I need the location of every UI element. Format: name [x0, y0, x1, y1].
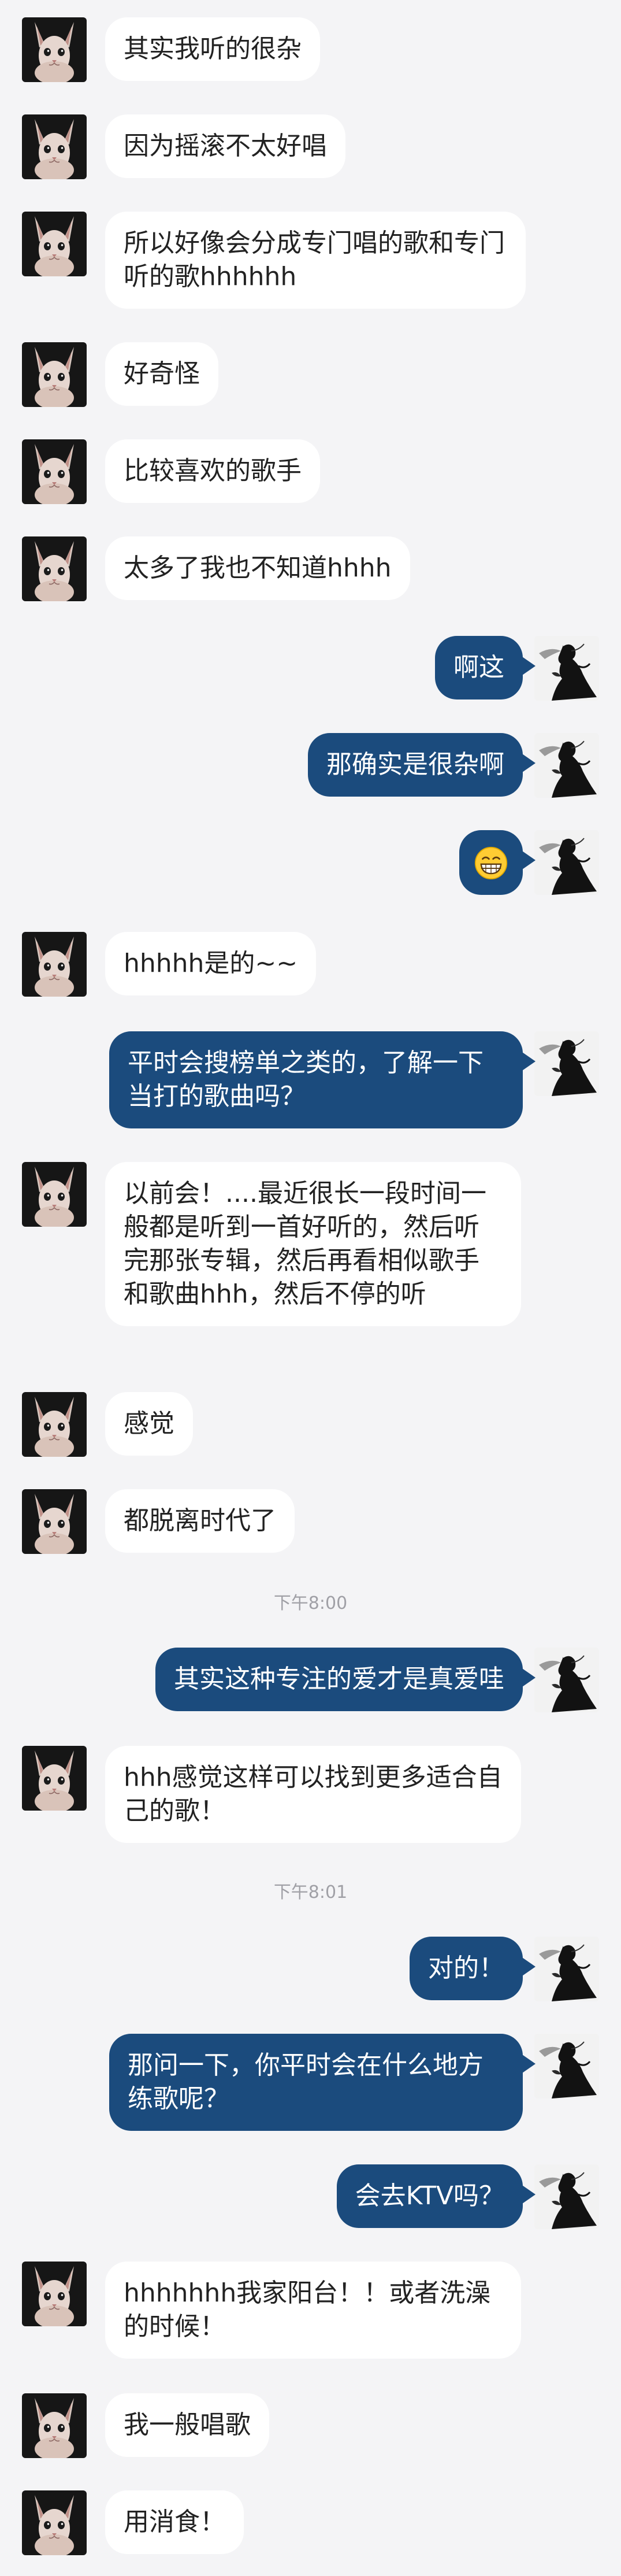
ink-silhouette-avatar-icon	[534, 1031, 599, 1096]
message-bubble[interactable]	[459, 830, 536, 895]
sphynx-cat-avatar-icon	[22, 439, 87, 504]
message-bubble[interactable]: 对的！	[410, 1937, 536, 2000]
sphynx-cat-avatar-icon	[22, 2393, 87, 2458]
self-avatar[interactable]	[534, 830, 599, 895]
contact-avatar[interactable]	[22, 1392, 87, 1457]
contact-avatar[interactable]	[22, 2393, 87, 2458]
timestamp: 下午8:01	[273, 1882, 348, 1903]
message-bubble[interactable]: 因为摇滚不太好唱	[105, 114, 345, 178]
message-bubble[interactable]: 太多了我也不知道hhhh	[105, 536, 410, 600]
ink-silhouette-avatar-icon	[534, 1648, 599, 1712]
sphynx-cat-avatar-icon	[22, 2490, 87, 2555]
message-bubble[interactable]: 感觉	[105, 1392, 193, 1456]
contact-avatar[interactable]	[22, 342, 87, 407]
contact-avatar[interactable]	[22, 2262, 87, 2326]
contact-avatar[interactable]	[22, 439, 87, 504]
self-avatar[interactable]	[534, 1648, 599, 1712]
message-bubble[interactable]: hhhhhhh我家阳台！！或者洗澡的时候！	[105, 2262, 521, 2359]
message-bubble[interactable]: 会去KTV吗？	[336, 2164, 536, 2228]
ink-silhouette-avatar-icon	[534, 733, 599, 798]
self-avatar[interactable]	[534, 2034, 599, 2098]
message-bubble[interactable]: 以前会！....最近很长一段时间一般都是听到一首好听的，然后听完那张专辑，然后再…	[105, 1162, 521, 1326]
message-bubble[interactable]: hhh感觉这样可以找到更多适合自己的歌！	[105, 1746, 521, 1843]
ink-silhouette-avatar-icon	[534, 2034, 599, 2098]
timestamp: 下午8:00	[273, 1593, 348, 1613]
contact-avatar[interactable]	[22, 17, 87, 82]
message-bubble[interactable]: hhhhh是的~~	[105, 932, 317, 995]
contact-avatar[interactable]	[22, 2490, 87, 2555]
chat-thread: 其实我听的很杂 因为摇滚不太好唱 所以好像会分成专门唱的歌和专门听的歌hhhhh…	[0, 0, 621, 2576]
contact-avatar[interactable]	[22, 932, 87, 997]
sphynx-cat-avatar-icon	[22, 1392, 87, 1457]
message-bubble[interactable]: 用消食！	[105, 2490, 244, 2554]
contact-avatar[interactable]	[22, 1162, 87, 1227]
message-bubble[interactable]: 那确实是很杂啊	[308, 733, 536, 797]
message-bubble[interactable]: 那问一下，你平时会在什么地方练歌呢？	[109, 2034, 536, 2131]
sphynx-cat-avatar-icon	[22, 1746, 87, 1811]
grinning-face-emoji-icon	[474, 846, 508, 880]
self-avatar[interactable]	[534, 1031, 599, 1096]
message-bubble[interactable]: 平时会搜榜单之类的，了解一下当打的歌曲吗？	[109, 1031, 536, 1128]
sphynx-cat-avatar-icon	[22, 1162, 87, 1227]
message-bubble[interactable]: 啊这	[435, 636, 536, 699]
contact-avatar[interactable]	[22, 536, 87, 601]
ink-silhouette-avatar-icon	[534, 830, 599, 895]
sphynx-cat-avatar-icon	[22, 17, 87, 82]
message-bubble[interactable]: 其实我听的很杂	[105, 17, 320, 81]
contact-avatar[interactable]	[22, 1489, 87, 1554]
message-bubble[interactable]: 所以好像会分成专门唱的歌和专门听的歌hhhhhh	[105, 212, 526, 309]
ink-silhouette-avatar-icon	[534, 2164, 599, 2229]
message-bubble[interactable]: 比较喜欢的歌手	[105, 439, 320, 503]
self-avatar[interactable]	[534, 2164, 599, 2229]
ink-silhouette-avatar-icon	[534, 1937, 599, 2001]
ink-silhouette-avatar-icon	[534, 636, 599, 701]
sphynx-cat-avatar-icon	[22, 212, 87, 276]
sphynx-cat-avatar-icon	[22, 536, 87, 601]
sphynx-cat-avatar-icon	[22, 342, 87, 407]
contact-avatar[interactable]	[22, 114, 87, 179]
sphynx-cat-avatar-icon	[22, 114, 87, 179]
sphynx-cat-avatar-icon	[22, 2262, 87, 2326]
message-bubble[interactable]: 其实这种专注的爱才是真爱哇	[155, 1648, 536, 1711]
message-bubble[interactable]: 我一般唱歌	[105, 2393, 269, 2457]
sphynx-cat-avatar-icon	[22, 932, 87, 997]
self-avatar[interactable]	[534, 1937, 599, 2001]
contact-avatar[interactable]	[22, 1746, 87, 1811]
message-bubble[interactable]: 都脱离时代了	[105, 1489, 295, 1553]
sphynx-cat-avatar-icon	[22, 1489, 87, 1554]
self-avatar[interactable]	[534, 636, 599, 701]
message-bubble[interactable]: 好奇怪	[105, 342, 218, 406]
self-avatar[interactable]	[534, 733, 599, 798]
contact-avatar[interactable]	[22, 212, 87, 276]
